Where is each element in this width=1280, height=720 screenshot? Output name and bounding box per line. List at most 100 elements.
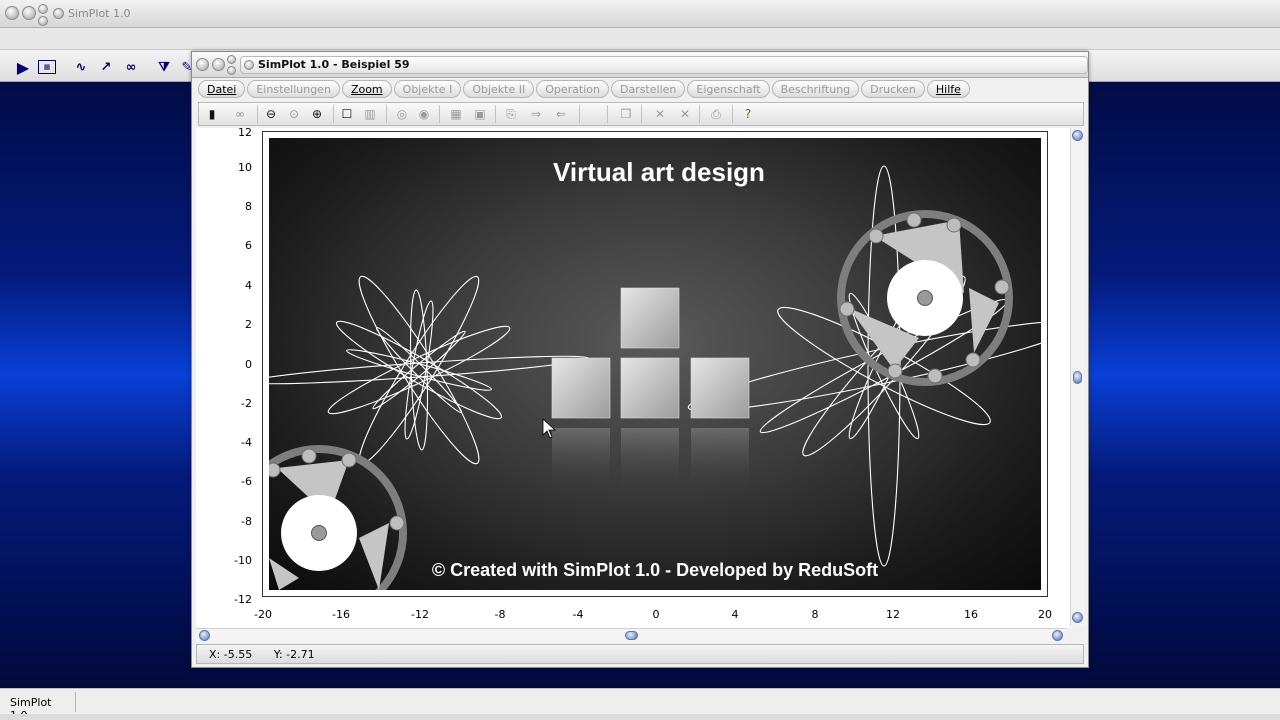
y-tick: 2 bbox=[245, 318, 252, 331]
y-tick: 4 bbox=[245, 279, 252, 292]
app-title: SimPlot 1.0 bbox=[68, 7, 131, 20]
table-icon[interactable]: ▦ bbox=[38, 60, 56, 74]
zoom-reset-icon[interactable]: ⊙ bbox=[285, 106, 303, 122]
x-tick: 16 bbox=[964, 608, 978, 621]
minimize-icon[interactable] bbox=[22, 6, 36, 20]
y-tick: 12 bbox=[238, 126, 252, 139]
left-flower bbox=[269, 275, 590, 465]
coordinate-bar: X: -5.55 Y: -2.71 bbox=[196, 644, 1084, 664]
arrow-left-icon[interactable]: ⇐ bbox=[552, 106, 570, 122]
x-coordinate: X: -5.55 bbox=[209, 648, 253, 661]
y-tick: -6 bbox=[241, 475, 252, 488]
scroll-right-knob[interactable] bbox=[1052, 630, 1063, 641]
zoom-icon[interactable] bbox=[38, 4, 48, 14]
y-tick: 10 bbox=[238, 161, 252, 174]
menu-objekte-2[interactable]: Objekte II bbox=[463, 80, 535, 98]
window-title: SimPlot 1.0 - Beispiel 59 bbox=[258, 58, 410, 71]
y-tick: -4 bbox=[241, 436, 252, 449]
plot-footer: © Created with SimPlot 1.0 - Developed b… bbox=[432, 560, 878, 580]
zoom-in-icon[interactable]: ⊕ bbox=[308, 106, 326, 122]
x-tick: -16 bbox=[332, 608, 350, 621]
rectangle-icon[interactable]: ☐ bbox=[338, 106, 356, 122]
window-titlebar: SimPlot 1.0 - Beispiel 59 bbox=[192, 52, 1088, 78]
zoom-icon[interactable] bbox=[227, 66, 236, 75]
menu-datei[interactable]: Datei bbox=[198, 80, 246, 98]
zoom-icon[interactable] bbox=[38, 16, 48, 26]
zoom-icon[interactable] bbox=[227, 55, 236, 64]
menu-operation[interactable]: Operation bbox=[536, 80, 609, 98]
y-tick: -12 bbox=[234, 593, 252, 606]
x-tick: 0 bbox=[652, 608, 660, 621]
circle-frame-icon[interactable]: ◎ bbox=[393, 106, 411, 122]
menu-beschriftung[interactable]: Beschriftung bbox=[771, 80, 860, 98]
menu-einstellungen[interactable]: Einstellungen bbox=[247, 80, 340, 98]
y-tick: -10 bbox=[234, 554, 252, 567]
window-toolbar: ▮ ∞ ⊖ ⊙ ⊕ ☐ ▥ ◎ ◉ ▦ ▣ ⎘ ⇒ ⇐ ❐ ✕ ✕ ⎙ ? bbox=[198, 102, 1084, 126]
close-icon[interactable] bbox=[196, 58, 209, 71]
filter-icon[interactable]: ⧩ bbox=[155, 58, 173, 76]
y-tick: 8 bbox=[245, 200, 252, 213]
close-icon[interactable] bbox=[5, 6, 19, 20]
menu-zoom[interactable]: Zoom bbox=[341, 80, 392, 98]
zoom-out-icon[interactable]: ⊖ bbox=[262, 106, 280, 122]
bottom-edge bbox=[0, 714, 1280, 720]
plot-background: Virtual art design © Created with SimPlo… bbox=[269, 138, 1041, 590]
scroll-down-knob[interactable] bbox=[1072, 612, 1083, 623]
delete-all-icon[interactable]: ✕ bbox=[676, 106, 694, 122]
help-icon[interactable]: ? bbox=[739, 106, 757, 122]
menu-drucken[interactable]: Drucken bbox=[861, 80, 925, 98]
x-tick: -12 bbox=[411, 608, 429, 621]
window-icon bbox=[244, 60, 254, 70]
menu-objekte-1[interactable]: Objekte I bbox=[393, 80, 462, 98]
scroll-left-knob[interactable] bbox=[199, 630, 210, 641]
arrow-right-icon[interactable]: ⇒ bbox=[527, 106, 545, 122]
play-icon[interactable]: ▶ bbox=[14, 58, 32, 77]
x-tick: 20 bbox=[1038, 608, 1052, 621]
y-coordinate: Y: -2.71 bbox=[273, 648, 315, 661]
x-tick: -20 bbox=[254, 608, 272, 621]
vertical-scrollbar[interactable] bbox=[1070, 128, 1084, 626]
horizontal-scrollbar[interactable] bbox=[196, 628, 1066, 642]
y-tick: -2 bbox=[241, 397, 252, 410]
left-gear bbox=[269, 445, 407, 590]
scroll-up-knob[interactable] bbox=[1072, 130, 1083, 141]
plot-area: 12 10 8 6 4 2 0 -2 -4 -6 -8 -10 -12 Virt… bbox=[196, 126, 1072, 628]
pages-icon[interactable]: ❐ bbox=[617, 106, 635, 122]
menu-eigenschaft[interactable]: Eigenschaft bbox=[687, 80, 770, 98]
scroll-thumb[interactable] bbox=[625, 631, 638, 640]
copy-icon[interactable]: ⎘ bbox=[502, 106, 520, 122]
grid-icon[interactable]: ▦ bbox=[447, 106, 465, 122]
plot-title: Virtual art design bbox=[553, 157, 765, 187]
glasses-icon[interactable]: ∞ bbox=[231, 106, 249, 122]
x-tick: -4 bbox=[572, 608, 584, 621]
line-chart-icon[interactable]: ∿ bbox=[72, 58, 90, 76]
window-menubar: Datei Einstellungen Zoom Objekte I Objek… bbox=[198, 80, 1084, 100]
x-tick: 8 bbox=[811, 608, 819, 621]
app-menubar bbox=[0, 28, 1280, 50]
taskbar: SimPlot 1.0 bbox=[0, 688, 1280, 720]
x-tick: 4 bbox=[731, 608, 739, 621]
delete-icon[interactable]: ✕ bbox=[651, 106, 669, 122]
x-tick: -8 bbox=[494, 608, 506, 621]
cubes bbox=[551, 287, 750, 419]
menu-hilfe[interactable]: Hilfe bbox=[926, 80, 970, 98]
phone-icon[interactable]: ▮ bbox=[203, 106, 221, 122]
window-icon bbox=[53, 8, 64, 19]
x-tick: 12 bbox=[886, 608, 900, 621]
taskbar-item-simplot[interactable]: SimPlot 1.0 bbox=[4, 692, 76, 720]
y-tick: -8 bbox=[241, 515, 252, 528]
image-icon[interactable]: ▣ bbox=[471, 106, 489, 122]
polar-chart-icon[interactable]: ↗ bbox=[97, 58, 115, 76]
app-titlebar: SimPlot 1.0 bbox=[0, 0, 1280, 28]
loop-chart-icon[interactable]: ∞ bbox=[122, 58, 140, 76]
menu-darstellen[interactable]: Darstellen bbox=[610, 80, 686, 98]
print-icon[interactable]: ⎙ bbox=[707, 106, 725, 122]
frame-icon[interactable]: ▥ bbox=[361, 106, 379, 122]
y-tick: 6 bbox=[245, 239, 252, 252]
scroll-thumb[interactable] bbox=[1073, 371, 1082, 384]
circle-fill-icon[interactable]: ◉ bbox=[415, 106, 433, 122]
plot-canvas[interactable]: Virtual art design © Created with SimPlo… bbox=[262, 131, 1048, 597]
plot-window: SimPlot 1.0 - Beispiel 59 Datei Einstell… bbox=[191, 51, 1089, 668]
minimize-icon[interactable] bbox=[212, 58, 225, 71]
y-tick: 0 bbox=[245, 358, 252, 371]
